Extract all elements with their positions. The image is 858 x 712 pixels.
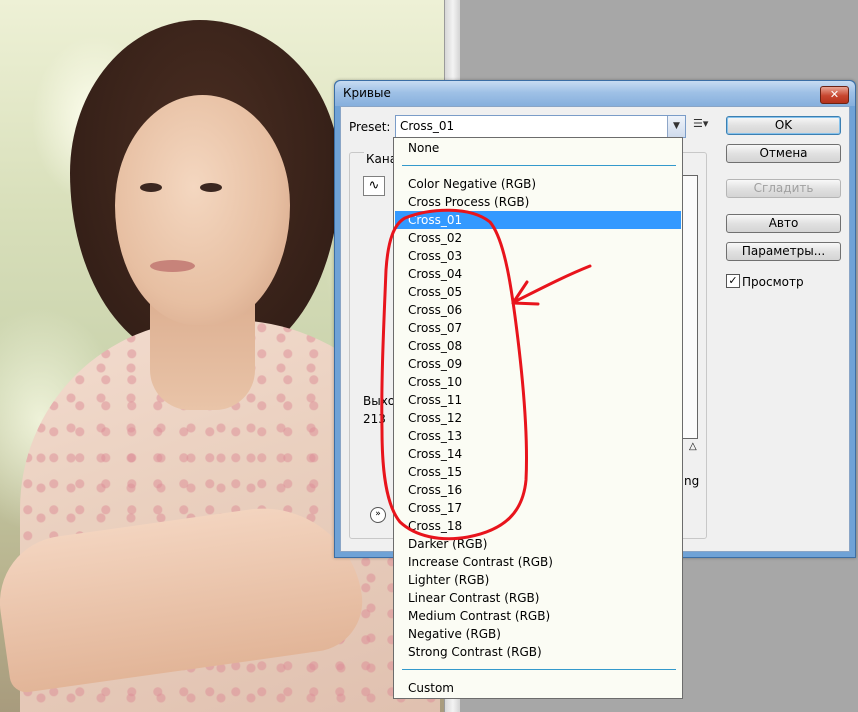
- ok-button[interactable]: OK: [726, 116, 841, 135]
- list-item[interactable]: Cross_09: [395, 355, 681, 373]
- preset-dropdown[interactable]: Cross_01 ▼: [395, 115, 686, 138]
- double-chevron-down-icon[interactable]: »: [370, 507, 386, 523]
- list-item[interactable]: Cross_02: [395, 229, 681, 247]
- list-item[interactable]: Lighter (RGB): [395, 571, 681, 589]
- list-item[interactable]: Cross_03: [395, 247, 681, 265]
- preview-checkbox[interactable]: ✓: [726, 274, 740, 288]
- preset-label: Preset:: [349, 120, 391, 134]
- chevron-down-icon[interactable]: ▼: [667, 116, 685, 137]
- list-item[interactable]: Darker (RGB): [395, 535, 681, 553]
- output-label: Выхо: [363, 394, 396, 408]
- list-item[interactable]: Cross_18: [395, 517, 681, 535]
- list-separator: [402, 165, 676, 166]
- list-item[interactable]: Cross_16: [395, 481, 681, 499]
- list-item-custom[interactable]: Custom: [395, 679, 681, 697]
- output-value: 213: [363, 412, 386, 426]
- list-item-none[interactable]: None: [395, 139, 681, 157]
- photo-face: [115, 95, 290, 325]
- list-item[interactable]: Cross_08: [395, 337, 681, 355]
- photo-lips: [150, 260, 195, 272]
- list-item[interactable]: Cross_17: [395, 499, 681, 517]
- dialog-titlebar[interactable]: Кривые ✕: [335, 81, 855, 106]
- list-item[interactable]: Cross_13: [395, 427, 681, 445]
- list-options-icon[interactable]: ☰▾: [693, 117, 709, 131]
- list-item[interactable]: Cross_11: [395, 391, 681, 409]
- list-separator: [402, 669, 676, 670]
- auto-button[interactable]: Авто: [726, 214, 841, 233]
- dialog-title: Кривые: [343, 86, 391, 100]
- smooth-button[interactable]: Сгладить: [726, 179, 841, 198]
- list-item[interactable]: Cross_14: [395, 445, 681, 463]
- list-item[interactable]: Cross_07: [395, 319, 681, 337]
- list-item[interactable]: Strong Contrast (RGB): [395, 643, 681, 661]
- preset-selected-value: Cross_01: [400, 119, 455, 133]
- list-item[interactable]: Increase Contrast (RGB): [395, 553, 681, 571]
- list-item[interactable]: Cross_05: [395, 283, 681, 301]
- preview-label: Просмотр: [742, 275, 804, 289]
- list-item-selected[interactable]: Cross_01: [395, 211, 681, 229]
- list-item[interactable]: Linear Contrast (RGB): [395, 589, 681, 607]
- photo-eye: [140, 183, 162, 192]
- list-item[interactable]: Cross_10: [395, 373, 681, 391]
- white-point-slider-icon[interactable]: △: [689, 441, 697, 452]
- list-item[interactable]: Medium Contrast (RGB): [395, 607, 681, 625]
- list-item[interactable]: Cross_12: [395, 409, 681, 427]
- preset-dropdown-list: None Color Negative (RGB) Cross Process …: [393, 137, 683, 699]
- options-button[interactable]: Параметры...: [726, 242, 841, 261]
- list-item[interactable]: Cross_04: [395, 265, 681, 283]
- cancel-button[interactable]: Отмена: [726, 144, 841, 163]
- partial-label: ng: [684, 474, 700, 488]
- list-item[interactable]: Cross Process (RGB): [395, 193, 681, 211]
- list-item[interactable]: Negative (RGB): [395, 625, 681, 643]
- close-icon[interactable]: ✕: [820, 86, 849, 104]
- list-item[interactable]: Color Negative (RGB): [395, 175, 681, 193]
- photo-eye: [200, 183, 222, 192]
- list-item[interactable]: Cross_15: [395, 463, 681, 481]
- curve-icon[interactable]: ∿: [363, 176, 385, 196]
- list-item[interactable]: Cross_06: [395, 301, 681, 319]
